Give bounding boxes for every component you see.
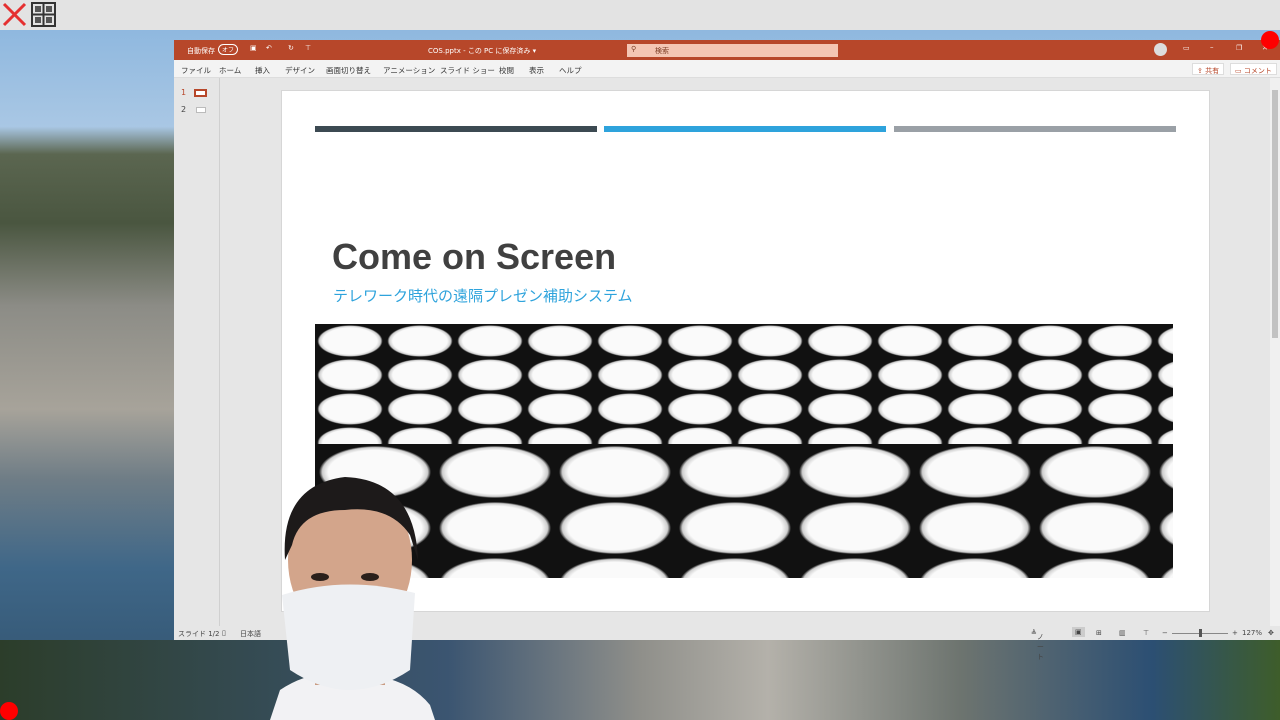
- search-input[interactable]: ⚲ 検索: [627, 44, 838, 57]
- redo-icon[interactable]: ↻: [288, 44, 294, 52]
- thumbnail-slide-1[interactable]: [194, 89, 207, 97]
- spellcheck-icon[interactable]: ▯: [222, 629, 226, 637]
- scrollbar-thumb[interactable]: [1272, 90, 1278, 338]
- tab-review[interactable]: 校閲: [499, 65, 514, 76]
- tab-animations[interactable]: アニメーション: [383, 65, 435, 76]
- thumbnail-number: 1: [181, 88, 187, 97]
- tab-design[interactable]: デザイン: [285, 65, 315, 76]
- thumbnail-number: 2: [181, 105, 187, 114]
- search-icon: ⚲: [631, 45, 637, 53]
- reading-view-icon[interactable]: ▥: [1119, 629, 1126, 637]
- tab-view[interactable]: 表示: [529, 65, 544, 76]
- grid-icon[interactable]: [31, 2, 56, 27]
- slide-title: Come on Screen: [332, 236, 617, 277]
- tab-help[interactable]: ヘルプ: [559, 65, 582, 76]
- vertical-scrollbar[interactable]: [1270, 78, 1280, 626]
- zoom-in-icon[interactable]: +: [1232, 629, 1238, 637]
- tab-slideshow[interactable]: スライド ショー: [440, 65, 495, 76]
- tab-file[interactable]: ファイル: [181, 65, 211, 76]
- comment-label: コメント: [1243, 67, 1272, 75]
- undo-icon[interactable]: ↶: [266, 44, 272, 52]
- language[interactable]: 日本語: [240, 629, 261, 639]
- restore-icon[interactable]: ❐: [1236, 44, 1242, 52]
- notes-label: ノート: [1036, 633, 1044, 661]
- slide-counter: スライド 1/2: [178, 630, 220, 638]
- thumbnail-slide-2[interactable]: [196, 107, 206, 113]
- autosave-label: 自動保存: [187, 47, 215, 55]
- fit-slide-icon[interactable]: ✥: [1268, 629, 1274, 637]
- overlay-toolbar: [0, 0, 1280, 30]
- tab-home[interactable]: ホーム: [219, 65, 241, 76]
- share-label: 共有: [1205, 67, 1220, 75]
- tab-insert[interactable]: 挿入: [255, 65, 270, 76]
- slide-sorter-icon[interactable]: ⊞: [1096, 629, 1102, 637]
- share-button[interactable]: ⇪ 共有: [1192, 63, 1225, 75]
- recording-indicator-bottom: [0, 702, 18, 720]
- present-icon[interactable]: ⊤: [305, 44, 311, 52]
- document-title: COS.pptx - この PC に保存済み ▾: [428, 47, 537, 55]
- zoom-level[interactable]: 127%: [1242, 629, 1262, 637]
- desktop-background-city: [0, 640, 1280, 720]
- title-bar: 自動保存 オフ ▣ ↶ ↻ ⊤ COS.pptx - この PC に保存済み ▾…: [174, 40, 1280, 60]
- webcam-overlay-person: [270, 477, 435, 720]
- zoom-slider-thumb[interactable]: [1199, 629, 1202, 637]
- accent-bar-gray: [894, 126, 1176, 132]
- tab-transitions[interactable]: 画面切り替え: [326, 65, 371, 76]
- ribbon-display-icon[interactable]: ▭: [1183, 44, 1190, 52]
- slide-image-discs-foreground: [315, 444, 1173, 578]
- comment-button[interactable]: ▭ コメント: [1230, 63, 1277, 75]
- slide-subtitle: テレワーク時代の遠隔プレゼン補助システム: [333, 287, 633, 305]
- slide-thumbnails: 1 2: [174, 78, 220, 626]
- notes-button[interactable]: ≜ ノート: [1031, 629, 1044, 661]
- autosave-toggle[interactable]: オフ: [218, 44, 239, 55]
- accent-bar-blue: [604, 126, 886, 132]
- recording-indicator-top: [1261, 31, 1279, 49]
- search-placeholder: 検索: [655, 47, 669, 55]
- accent-bar-dark: [315, 126, 597, 132]
- ribbon-tabs: ファイル ホーム 挿入 デザイン 画面切り替え アニメーション スライド ショー…: [174, 60, 1280, 78]
- save-icon[interactable]: ▣: [250, 44, 257, 52]
- account-avatar-icon[interactable]: [1154, 43, 1167, 56]
- slideshow-icon[interactable]: ⊤: [1143, 629, 1149, 637]
- close-icon[interactable]: [2, 2, 27, 27]
- normal-view-icon[interactable]: ▣: [1072, 627, 1085, 637]
- zoom-out-icon[interactable]: −: [1162, 629, 1168, 637]
- minimize-icon[interactable]: –: [1210, 43, 1214, 51]
